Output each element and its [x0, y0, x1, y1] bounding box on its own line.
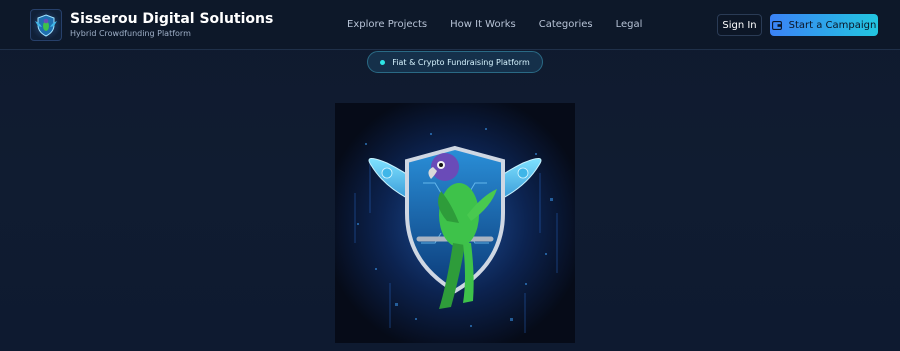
brand-title: Sisserou Digital Solutions — [70, 11, 274, 27]
nav-how-it-works[interactable]: How It Works — [450, 18, 516, 31]
nav-categories[interactable]: Categories — [539, 18, 593, 31]
main-nav: Explore Projects How It Works Categories… — [347, 18, 665, 31]
badge-text: Fiat & Crypto Fundraising Platform — [392, 57, 530, 67]
nav-legal[interactable]: Legal — [616, 18, 643, 31]
parrot-shield-emblem-icon — [335, 103, 575, 343]
hero-image — [335, 103, 575, 343]
nav-explore-projects[interactable]: Explore Projects — [347, 18, 427, 31]
campaign-icon — [771, 20, 782, 30]
sign-in-button[interactable]: Sign In — [717, 14, 762, 36]
start-campaign-button[interactable]: Start a Campaign — [770, 14, 878, 36]
top-navbar: Sisserou Digital Solutions Hybrid Crowdf… — [0, 0, 900, 50]
brand-subtitle: Hybrid Crowdfunding Platform — [70, 29, 191, 38]
platform-badge: Fiat & Crypto Fundraising Platform — [367, 51, 543, 73]
badge-dot — [380, 59, 386, 65]
parrot-shield-logo-icon — [30, 9, 62, 41]
brand[interactable]: Sisserou Digital Solutions Hybrid Crowdf… — [30, 9, 273, 41]
start-campaign-label: Start a Campaign — [788, 19, 877, 31]
